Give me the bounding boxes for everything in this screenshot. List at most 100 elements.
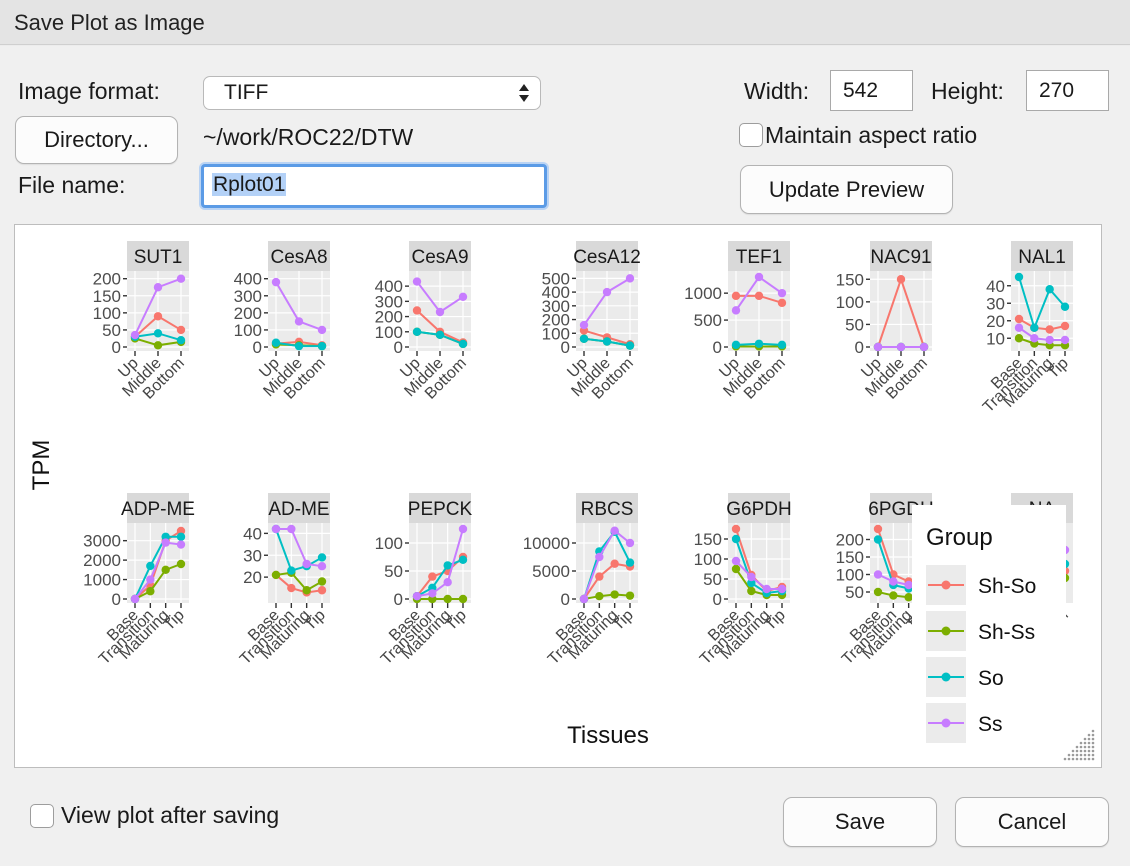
y-tick-label: 50 (703, 570, 722, 589)
data-point (889, 591, 898, 600)
strip-label: RBCS (581, 499, 634, 520)
data-point (443, 561, 452, 570)
data-point (579, 594, 589, 604)
data-point (317, 553, 327, 562)
data-point (1060, 321, 1070, 331)
data-point (458, 594, 468, 604)
y-tick-label: 20 (243, 568, 262, 587)
data-point (602, 337, 612, 346)
strip-label: ADP-ME (121, 499, 195, 520)
data-point (731, 340, 741, 350)
y-tick-label: 10000 (523, 534, 570, 553)
file-name-input[interactable]: Rplot01 (201, 164, 547, 208)
data-point (176, 540, 186, 549)
y-tick-label: 400 (234, 270, 262, 289)
data-point (1060, 302, 1070, 311)
x-tick-label: Tip (762, 607, 789, 634)
y-tick-label: 0 (713, 590, 722, 609)
y-tick-label: 500 (694, 311, 722, 330)
y-tick-label: 1000 (684, 284, 722, 303)
y-tick-label: 2000 (83, 551, 121, 570)
width-input[interactable]: 542 (830, 70, 913, 111)
data-point (458, 292, 468, 301)
data-point (146, 587, 155, 596)
data-point (271, 277, 281, 287)
strip-label: CesA9 (411, 247, 468, 268)
strip-label: G6PDH (726, 499, 791, 520)
data-point (435, 330, 445, 340)
data-point (271, 570, 281, 580)
view-after-saving-label: View plot after saving (61, 802, 280, 828)
image-format-select[interactable]: TIFF (203, 76, 541, 110)
data-point (777, 288, 787, 298)
plot-preview: SUT1 Up Middle Bottom 0 50 100 150 200 CesA8 Up Mid… (14, 224, 1102, 768)
legend-label: Sh-So (978, 575, 1036, 598)
y-tick-label: 5000 (532, 562, 570, 581)
y-tick-label: 100 (234, 321, 262, 340)
facet-panel: SUT1UpMiddleBottom050100150200 (93, 241, 189, 403)
data-point (1045, 285, 1054, 294)
update-preview-button[interactable]: Update Preview (740, 165, 953, 214)
y-tick-label: 0 (561, 590, 570, 609)
y-tick-label: 500 (542, 269, 570, 288)
data-point (595, 592, 604, 601)
data-point (754, 291, 764, 301)
y-tick-label: 20 (986, 312, 1005, 331)
y-tick-label: 40 (243, 524, 262, 543)
data-point (443, 578, 452, 587)
y-tick-label: 150 (93, 287, 121, 306)
y-tick-label: 30 (243, 546, 262, 565)
maintain-aspect-checkbox[interactable] (739, 123, 763, 147)
data-point (302, 586, 311, 595)
data-point (458, 524, 468, 534)
y-tick-label: 50 (845, 583, 864, 602)
data-point (317, 325, 327, 335)
data-point (625, 538, 635, 548)
facet-panel: CesA12UpMiddleBottom0100200300400500 (542, 241, 641, 403)
strip-label: TEF1 (736, 247, 782, 268)
x-tick-label: Tip (610, 607, 637, 634)
data-point (1030, 334, 1039, 343)
data-point (1030, 323, 1039, 332)
directory-button[interactable]: Directory... (15, 116, 178, 164)
view-after-saving-checkbox[interactable] (30, 804, 54, 828)
y-axis-title: TPM (28, 440, 55, 491)
data-point (754, 272, 764, 282)
data-point (161, 565, 170, 575)
y-tick-label: 400 (375, 277, 403, 296)
data-point (873, 570, 883, 579)
data-point (412, 306, 422, 315)
legend-key-point (941, 580, 951, 590)
data-point (896, 342, 906, 352)
resize-grip-icon[interactable] (1057, 723, 1097, 763)
data-point (317, 561, 327, 571)
y-tick-label: 100 (836, 293, 864, 312)
data-point (271, 524, 281, 534)
cancel-button[interactable]: Cancel (955, 797, 1109, 847)
data-point (412, 277, 422, 286)
data-point (595, 552, 604, 562)
data-point (130, 594, 140, 604)
data-point (873, 524, 883, 534)
data-point (762, 584, 771, 594)
data-point (428, 572, 437, 581)
height-label: Height: (931, 78, 1004, 104)
y-tick-label: 0 (253, 338, 262, 357)
data-point (747, 586, 756, 596)
plot-chart: SUT1UpMiddleBottom050100150200CesA8UpMid… (28, 241, 1073, 765)
save-button[interactable]: Save (783, 797, 937, 847)
height-input[interactable]: 270 (1026, 70, 1109, 111)
data-point (896, 275, 906, 284)
data-point (873, 535, 883, 544)
x-tick-label: Tip (161, 607, 188, 634)
y-tick-label: 150 (836, 548, 864, 567)
y-tick-label: 100 (93, 304, 121, 323)
facet-panel: AD-MEBaseTransitionMaturingTip203040 (237, 493, 330, 668)
image-format-value: TIFF (224, 81, 269, 104)
data-point (731, 291, 741, 301)
strip-label: PEPCK (408, 499, 473, 520)
y-tick-label: 10 (986, 329, 1005, 348)
legend-label: So (978, 667, 1004, 690)
data-point (1060, 335, 1070, 345)
data-point (317, 577, 327, 586)
